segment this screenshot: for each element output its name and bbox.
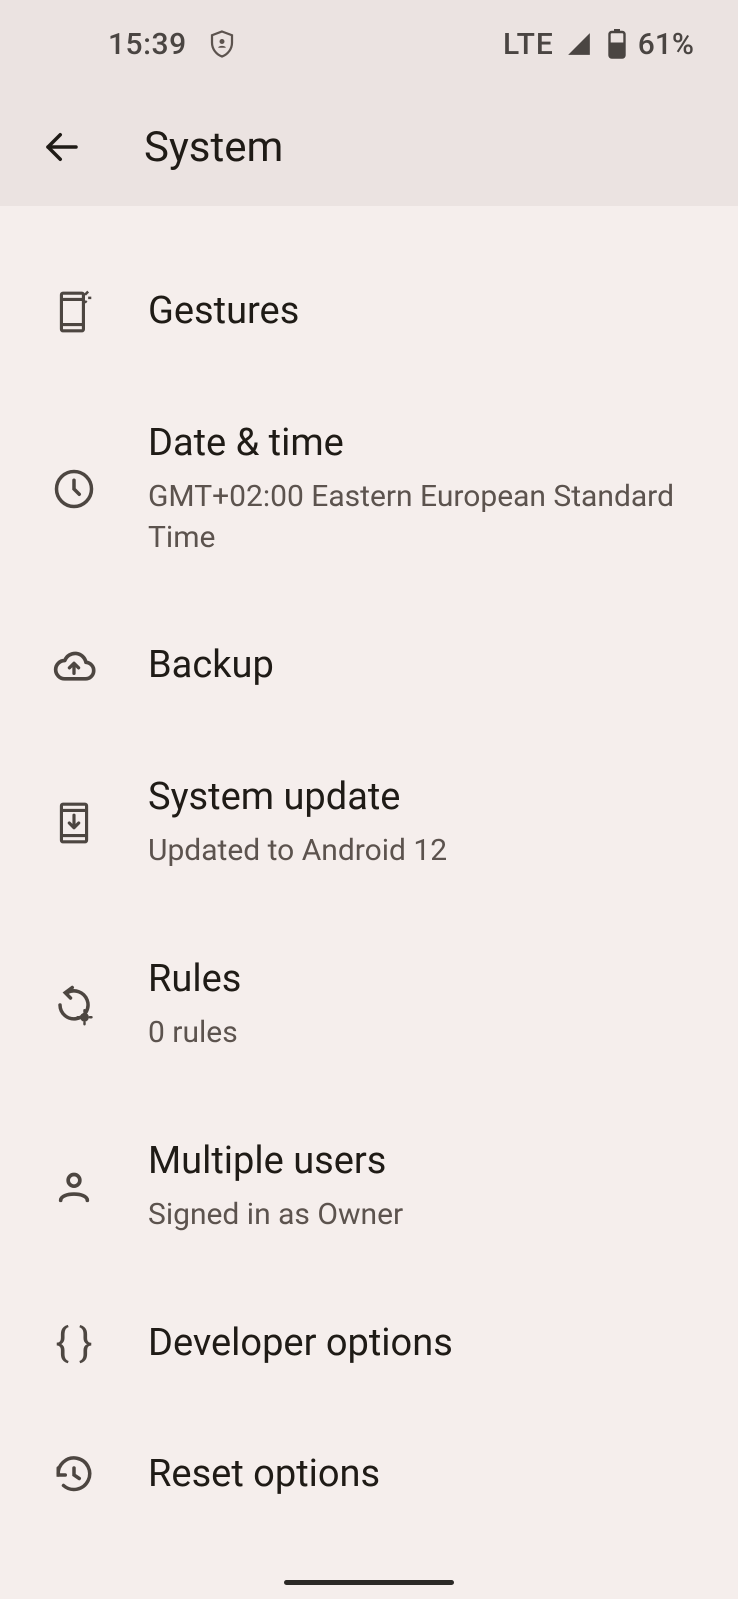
item-text: Reset options bbox=[148, 1451, 702, 1499]
rules-icon bbox=[52, 983, 96, 1027]
person-icon bbox=[52, 1165, 96, 1209]
item-multiple-users[interactable]: Multiple users Signed in as Owner bbox=[0, 1096, 738, 1278]
item-text: Gestures bbox=[148, 288, 702, 336]
item-text: Date & time GMT+02:00 Eastern European S… bbox=[148, 420, 702, 559]
app-bar: System bbox=[0, 88, 738, 206]
item-text: Multiple users Signed in as Owner bbox=[148, 1138, 702, 1236]
item-title: Backup bbox=[148, 642, 702, 690]
item-text: System update Updated to Android 12 bbox=[148, 774, 702, 872]
item-reset-options[interactable]: Reset options bbox=[0, 1409, 738, 1541]
item-title: Date & time bbox=[148, 420, 702, 468]
shield-icon bbox=[207, 29, 237, 59]
item-title: Rules bbox=[148, 956, 702, 1004]
item-subtitle: GMT+02:00 Eastern European Standard Time bbox=[148, 477, 702, 558]
signal-icon bbox=[566, 31, 592, 57]
gestures-icon bbox=[52, 290, 96, 334]
braces-icon: { } bbox=[52, 1321, 96, 1365]
status-time: 15:39 bbox=[108, 27, 187, 62]
item-developer-options[interactable]: { } Developer options bbox=[0, 1278, 738, 1410]
item-text: Backup bbox=[148, 642, 702, 690]
back-button[interactable] bbox=[36, 121, 88, 173]
clock-icon bbox=[52, 467, 96, 511]
item-subtitle: 0 rules bbox=[148, 1013, 702, 1054]
item-title: Reset options bbox=[148, 1451, 702, 1499]
item-gestures[interactable]: Gestures bbox=[0, 246, 738, 378]
item-title: Multiple users bbox=[148, 1138, 702, 1186]
arrow-back-icon bbox=[41, 126, 83, 168]
status-right: LTE 61% bbox=[503, 27, 694, 62]
battery-icon bbox=[608, 29, 626, 59]
item-subtitle: Updated to Android 12 bbox=[148, 831, 702, 872]
item-title: Developer options bbox=[148, 1320, 702, 1368]
restore-icon bbox=[52, 1453, 96, 1497]
item-title: System update bbox=[148, 774, 702, 822]
status-left: 15:39 bbox=[108, 27, 237, 62]
system-update-icon bbox=[52, 801, 96, 845]
item-rules[interactable]: Rules 0 rules bbox=[0, 914, 738, 1096]
status-bar: 15:39 LTE 61% bbox=[0, 0, 738, 88]
item-backup[interactable]: Backup bbox=[0, 600, 738, 732]
item-text: Developer options bbox=[148, 1320, 702, 1368]
item-system-update[interactable]: System update Updated to Android 12 bbox=[0, 732, 738, 914]
item-datetime[interactable]: Date & time GMT+02:00 Eastern European S… bbox=[0, 378, 738, 601]
item-title: Gestures bbox=[148, 288, 702, 336]
cloud-upload-icon bbox=[52, 644, 96, 688]
page-title: System bbox=[144, 123, 283, 172]
item-subtitle: Signed in as Owner bbox=[148, 1195, 702, 1236]
navigation-pill[interactable] bbox=[284, 1580, 454, 1585]
item-text: Rules 0 rules bbox=[148, 956, 702, 1054]
network-label: LTE bbox=[503, 27, 554, 62]
settings-list: Gestures Date & time GMT+02:00 Eastern E… bbox=[0, 206, 738, 1541]
battery-label: 61% bbox=[638, 27, 694, 62]
